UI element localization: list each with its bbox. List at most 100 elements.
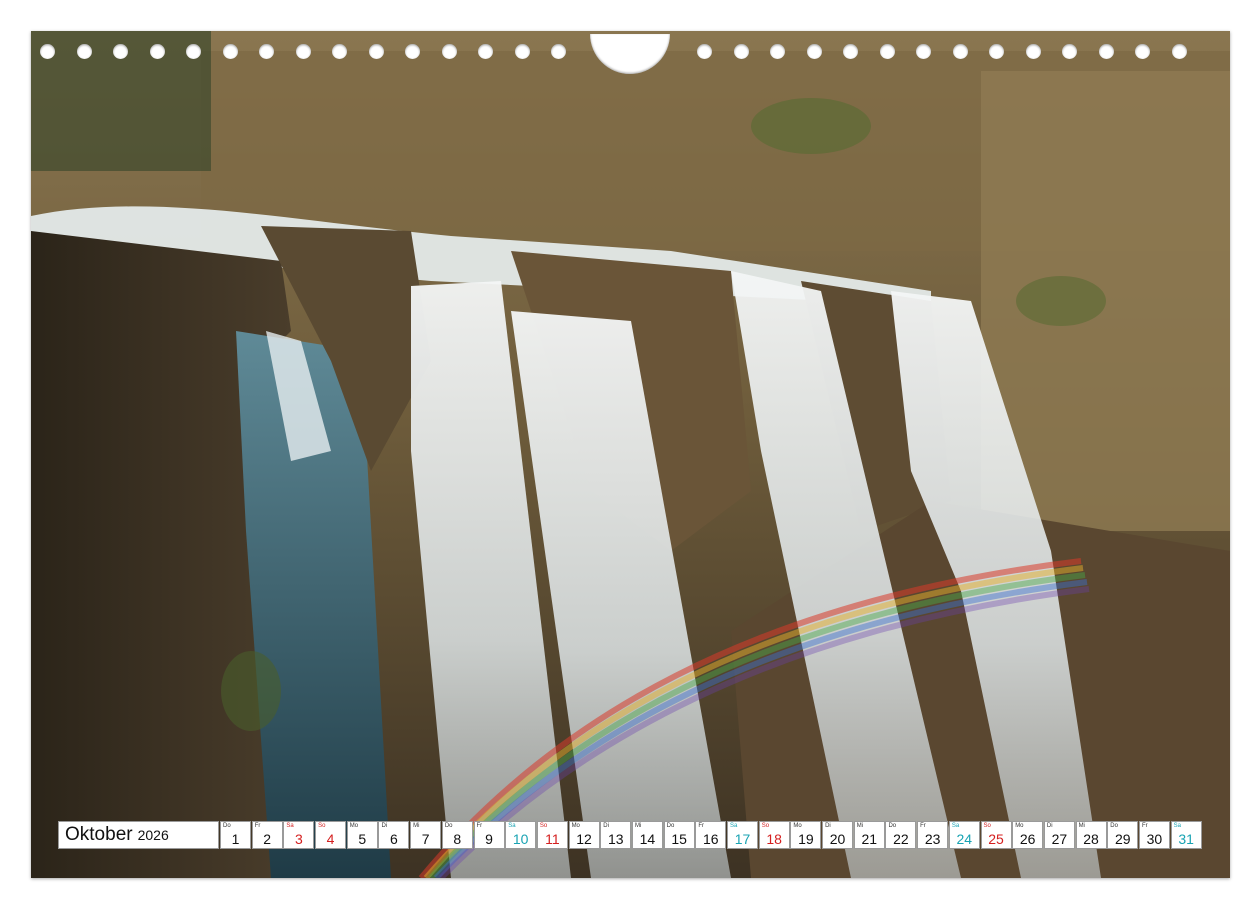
binding-hole	[1025, 44, 1041, 59]
day-cell: Di 27	[1043, 821, 1075, 849]
day-of-week: Mi	[413, 823, 420, 829]
day-of-week: Di	[1046, 823, 1053, 829]
binding-hole	[843, 44, 858, 59]
day-number: 6	[390, 831, 398, 847]
day-number: 17	[734, 831, 751, 847]
day-of-week: Do	[1110, 823, 1118, 829]
day-cells: Do 1 Fr 2 Sa 3 So 4 Mo 5 Di 6 Mi 7 Do 8 Fr 9 Sa 10 So 11 Mo 12 D…	[219, 821, 1202, 849]
day-cell: Mi 14	[631, 821, 663, 849]
day-number: 14	[639, 831, 656, 847]
day-number: 29	[1114, 831, 1131, 847]
day-cell: So 18	[758, 821, 790, 849]
day-number: 25	[988, 831, 1004, 847]
day-of-week: So	[983, 823, 991, 829]
day-of-week: Sa	[1173, 823, 1181, 829]
binding-hole	[770, 44, 785, 59]
day-number: 11	[545, 831, 560, 847]
day-of-week: Mi	[856, 823, 864, 829]
day-cell: Sa 24	[948, 821, 980, 849]
binding-hole	[259, 44, 274, 59]
binding-hole	[952, 44, 968, 59]
day-cell: Fr 2	[251, 821, 283, 849]
day-of-week: Mo	[349, 823, 359, 829]
day-of-week: Fr	[1141, 823, 1148, 829]
day-of-week: Do	[888, 823, 897, 829]
day-of-week: Mo	[1015, 823, 1024, 829]
day-of-week: Sa	[286, 823, 294, 829]
day-number: 10	[512, 831, 529, 847]
day-of-week: So	[539, 823, 548, 829]
binding-hole	[1171, 44, 1187, 59]
day-number: 22	[893, 831, 909, 847]
binding-hole	[295, 44, 311, 59]
binding-hole	[1098, 44, 1114, 59]
day-of-week: Mo	[571, 823, 580, 829]
binding-hole	[222, 44, 238, 59]
day-number: 26	[1019, 831, 1036, 847]
day-of-week: Do	[223, 823, 231, 829]
day-number: 9	[485, 831, 493, 847]
binding-hole	[186, 44, 201, 59]
day-of-week: Fr	[698, 823, 704, 829]
month-year: 2026	[137, 827, 169, 843]
day-cell: So 25	[980, 821, 1012, 849]
day-of-week: Sa	[730, 823, 738, 829]
day-of-week: Do	[666, 823, 675, 829]
month-label-box: Oktober 2026	[58, 821, 219, 849]
binding-hole	[989, 44, 1004, 59]
binding-hole	[1062, 44, 1077, 59]
month-name: Oktober	[65, 824, 133, 845]
day-of-week: Fr	[476, 823, 483, 829]
day-of-week: Sa	[951, 823, 960, 829]
day-cell: Mi 7	[410, 821, 442, 849]
day-cell: Mo 26	[1012, 821, 1044, 849]
day-number: 18	[766, 831, 782, 847]
day-cell: Di 20	[822, 821, 854, 849]
day-of-week: Di	[381, 823, 388, 829]
day-cell: Do 22	[885, 821, 917, 849]
day-number: 30	[1146, 831, 1163, 847]
day-cell: So 4	[315, 821, 347, 849]
day-number: 21	[861, 831, 878, 847]
day-cell: Sa 3	[283, 821, 315, 849]
day-cell: Do 8	[441, 821, 473, 849]
day-number: 5	[358, 831, 367, 847]
day-of-week: Fr	[254, 823, 261, 829]
day-cell: Sa 10	[505, 821, 537, 849]
day-of-week: Do	[444, 823, 453, 829]
day-cell: Di 6	[378, 821, 410, 849]
day-cell: Do 15	[663, 821, 695, 849]
day-of-week: So	[318, 823, 326, 829]
binding-hole	[405, 44, 420, 59]
binding-hole	[697, 44, 712, 59]
day-number: 19	[798, 831, 814, 847]
day-number: 13	[607, 831, 624, 847]
binding-hole	[332, 44, 347, 59]
day-cell: Di 13	[600, 821, 632, 849]
day-number: 1	[231, 831, 240, 847]
day-cell: Fr 30	[1138, 821, 1170, 849]
binding-hole	[441, 44, 457, 59]
day-cell: Mi 28	[1075, 821, 1107, 849]
day-number: 20	[829, 831, 846, 847]
day-cell: Fr 23	[917, 821, 949, 849]
binding-hole	[40, 44, 55, 59]
day-number: 8	[453, 831, 462, 847]
day-cell: Fr 16	[695, 821, 727, 849]
day-number: 27	[1051, 831, 1068, 847]
day-number: 28	[1083, 831, 1099, 847]
binding-hole	[1135, 44, 1150, 59]
binding-hole	[76, 44, 92, 59]
day-of-week: Sa	[508, 823, 516, 829]
day-cell: Sa 17	[727, 821, 758, 849]
day-of-week: Mi	[634, 823, 642, 829]
day-number: 3	[294, 831, 303, 847]
day-number: 4	[326, 831, 335, 847]
binding-hole	[733, 44, 749, 59]
day-number: 23	[924, 831, 941, 847]
day-number: 12	[576, 831, 592, 847]
waterfall-photo	[31, 31, 1230, 878]
day-cell: Fr 9	[473, 821, 505, 849]
day-number: 15	[671, 831, 687, 847]
day-of-week: Mi	[1078, 823, 1085, 829]
